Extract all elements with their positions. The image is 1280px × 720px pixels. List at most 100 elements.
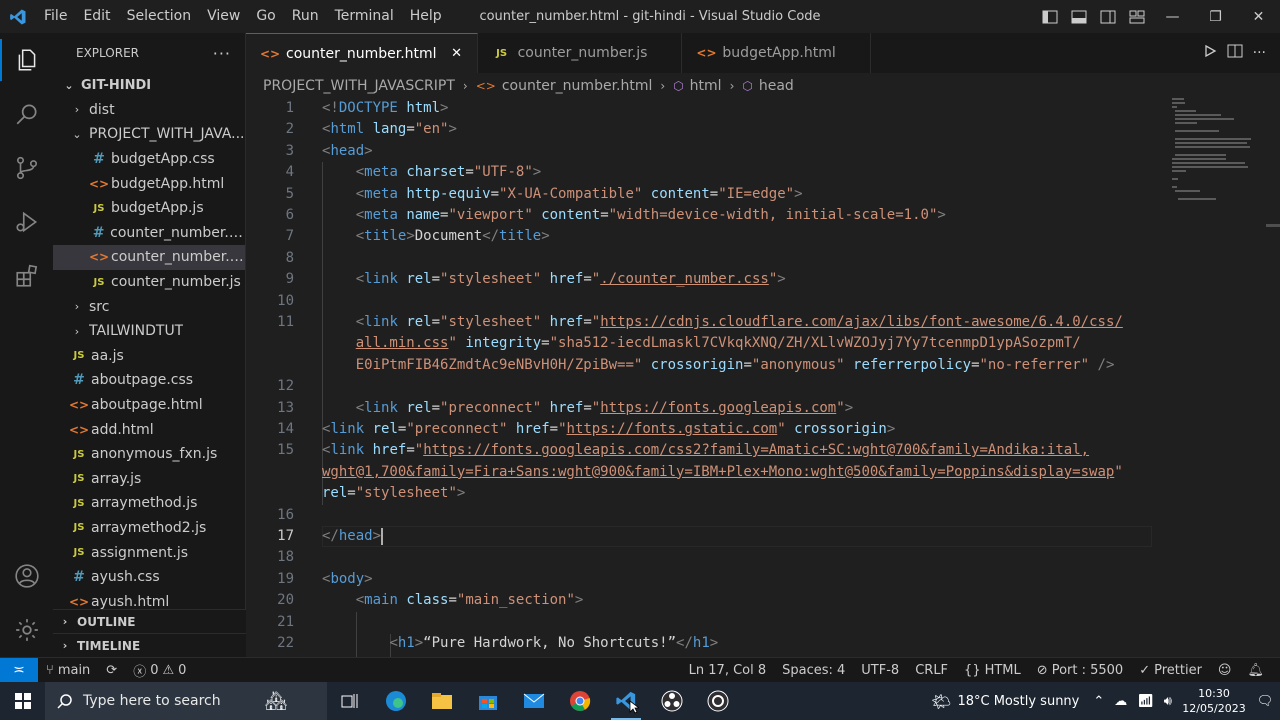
tree-folder[interactable]: › dist bbox=[53, 98, 245, 123]
accounts-icon[interactable] bbox=[0, 549, 53, 603]
problems-status[interactable]: ⓧ 0 ⚠ 0 bbox=[125, 661, 194, 680]
weather-status[interactable]: 18°C Mostly sunny bbox=[957, 694, 1079, 709]
line-number: 18 bbox=[277, 549, 294, 566]
menu-selection[interactable]: Selection bbox=[119, 0, 200, 33]
toggle-primary-sidebar-icon[interactable] bbox=[1035, 0, 1064, 33]
manage-gear-icon[interactable] bbox=[0, 603, 53, 657]
tree-file[interactable]: JS aa.js bbox=[53, 344, 245, 369]
tree-file[interactable]: # aboutpage.css bbox=[53, 368, 245, 393]
clock[interactable]: 10:30 12/05/2023 bbox=[1178, 686, 1250, 716]
timeline-section[interactable]: › TIMELINE bbox=[53, 633, 246, 657]
split-editor-icon[interactable] bbox=[1227, 44, 1243, 62]
scrollbar-thumb[interactable] bbox=[1266, 224, 1280, 227]
tree-folder[interactable]: › TAILWINDTUT bbox=[53, 319, 245, 344]
tree-folder[interactable]: › src bbox=[53, 294, 245, 319]
source-control-icon[interactable] bbox=[0, 141, 53, 195]
breadcrumb-head[interactable]: head bbox=[759, 78, 794, 94]
search-icon[interactable] bbox=[0, 87, 53, 141]
wifi-icon[interactable]: 📶︎ bbox=[1137, 694, 1154, 709]
vscode-taskbar-icon[interactable] bbox=[603, 682, 649, 720]
minimap[interactable] bbox=[1172, 98, 1264, 218]
volume-icon[interactable]: 🔊︎ bbox=[1164, 694, 1172, 709]
indentation[interactable]: Spaces: 4 bbox=[774, 663, 853, 678]
live-server-port[interactable]: ⊘ Port : 5500 bbox=[1029, 663, 1131, 678]
tree-file[interactable]: JS budgetApp.js bbox=[53, 196, 245, 221]
tree-file[interactable]: <> add.html bbox=[53, 417, 245, 442]
extensions-icon[interactable] bbox=[0, 249, 53, 303]
outline-section[interactable]: › OUTLINE bbox=[53, 609, 246, 633]
workspace-root[interactable]: ⌄ GIT-HINDI bbox=[53, 73, 245, 98]
tree-file[interactable]: JS anonymous_fxn.js bbox=[53, 442, 245, 467]
tree-file[interactable]: JS counter_number.js bbox=[53, 270, 245, 295]
prettier-status[interactable]: ✓ Prettier bbox=[1131, 663, 1210, 678]
code-editor[interactable]: 1 <!DOCTYPE html> 2 <html lang="en"> 3 <head>… bbox=[246, 98, 1280, 657]
chrome-icon[interactable] bbox=[557, 682, 603, 720]
cloud-icon[interactable]: ☁ bbox=[1114, 694, 1127, 709]
notifications-bell-icon[interactable]: 🔔︎ bbox=[1239, 663, 1272, 678]
close-window-icon[interactable]: ✕ bbox=[1237, 0, 1280, 33]
end-of-line[interactable]: CRLF bbox=[907, 663, 956, 678]
toggle-panel-icon[interactable] bbox=[1064, 0, 1093, 33]
breadcrumb-html[interactable]: html bbox=[690, 78, 722, 94]
tab-counter-number-js[interactable]: JS counter_number.js bbox=[478, 33, 683, 73]
tree-file[interactable]: <> budgetApp.html bbox=[53, 171, 245, 196]
edge-browser-icon[interactable] bbox=[373, 682, 419, 720]
warning-icon: ⚠ bbox=[162, 662, 175, 678]
tree-file[interactable]: JS arraymethod2.js bbox=[53, 516, 245, 541]
current-line-highlight bbox=[322, 526, 1152, 547]
file-explorer-icon[interactable] bbox=[419, 682, 465, 720]
breadcrumb-file[interactable]: counter_number.html bbox=[502, 78, 653, 94]
tab-budgetapp-html[interactable]: <> budgetApp.html bbox=[682, 33, 871, 73]
sync-icon[interactable]: ⟳ bbox=[98, 663, 125, 678]
run-debug-icon[interactable] bbox=[0, 195, 53, 249]
line-number: 22 bbox=[277, 635, 294, 651]
encoding[interactable]: UTF-8 bbox=[853, 663, 907, 678]
tree-file[interactable]: JS arraymethod.js bbox=[53, 491, 245, 516]
close-tab-icon[interactable]: ✕ bbox=[449, 46, 465, 61]
code-line: 20 <main class="main_section"> bbox=[246, 590, 1280, 611]
vscode-logo-icon[interactable] bbox=[0, 0, 36, 33]
menu-terminal[interactable]: Terminal bbox=[327, 0, 402, 33]
obs-second-icon[interactable] bbox=[695, 682, 741, 720]
tree-file[interactable]: <>counter_number.html bbox=[53, 245, 245, 270]
mail-icon[interactable] bbox=[511, 682, 557, 720]
menu-edit[interactable]: Edit bbox=[75, 0, 118, 33]
language-mode[interactable]: {} HTML bbox=[956, 663, 1029, 678]
feedback-icon[interactable]: ☺ bbox=[1210, 663, 1240, 678]
microsoft-store-icon[interactable] bbox=[465, 682, 511, 720]
tab-counter-number-html[interactable]: <> counter_number.html ✕ bbox=[246, 33, 478, 73]
cursor-position[interactable]: Ln 17, Col 8 bbox=[681, 663, 774, 678]
task-view-icon[interactable] bbox=[327, 682, 373, 720]
windows-start-icon[interactable] bbox=[0, 682, 45, 720]
breadcrumb-folder[interactable]: PROJECT_WITH_JAVASCRIPT bbox=[263, 78, 455, 94]
more-actions-icon[interactable]: ··· bbox=[213, 44, 231, 63]
menu-file[interactable]: File bbox=[36, 0, 75, 33]
tree-file[interactable]: # ayush.css bbox=[53, 565, 245, 590]
code-text: <head> bbox=[322, 142, 373, 159]
chevron-up-icon[interactable]: ⌃ bbox=[1093, 694, 1104, 709]
tree-file[interactable]: # budgetApp.css bbox=[53, 147, 245, 172]
minimap-line bbox=[1172, 166, 1248, 168]
more-editor-actions-icon[interactable]: ··· bbox=[1253, 45, 1266, 61]
menu-view[interactable]: View bbox=[199, 0, 248, 33]
taskbar-search-input[interactable]: Type here to search 🏘︎ bbox=[45, 682, 327, 720]
branch-status[interactable]: ⑂ main bbox=[38, 663, 98, 678]
remote-indicator-icon[interactable]: ≍ bbox=[0, 657, 38, 683]
tree-file[interactable]: JS array.js bbox=[53, 467, 245, 492]
tree-file[interactable]: JS assignment.js bbox=[53, 540, 245, 565]
tree-folder[interactable]: ⌄ PROJECT_WITH_JAVA... bbox=[53, 122, 245, 147]
explorer-icon[interactable] bbox=[0, 33, 53, 87]
restore-icon[interactable]: ❐ bbox=[1194, 0, 1237, 33]
obs-studio-icon[interactable] bbox=[649, 682, 695, 720]
menu-go[interactable]: Go bbox=[248, 0, 283, 33]
menu-run[interactable]: Run bbox=[284, 0, 327, 33]
tree-file[interactable]: <> aboutpage.html bbox=[53, 393, 245, 418]
tree-file[interactable]: # counter_number.css bbox=[53, 221, 245, 246]
notification-center-icon[interactable]: 🗨︎ bbox=[1250, 694, 1280, 709]
run-icon[interactable] bbox=[1203, 44, 1217, 62]
tree-item-label: TAILWINDTUT bbox=[89, 323, 184, 340]
window-title: counter_number.html - git-hindi - Visual… bbox=[479, 9, 821, 24]
minimize-icon[interactable]: — bbox=[1151, 0, 1194, 33]
customize-layout-icon[interactable] bbox=[1122, 0, 1151, 33]
toggle-secondary-sidebar-icon[interactable] bbox=[1093, 0, 1122, 33]
